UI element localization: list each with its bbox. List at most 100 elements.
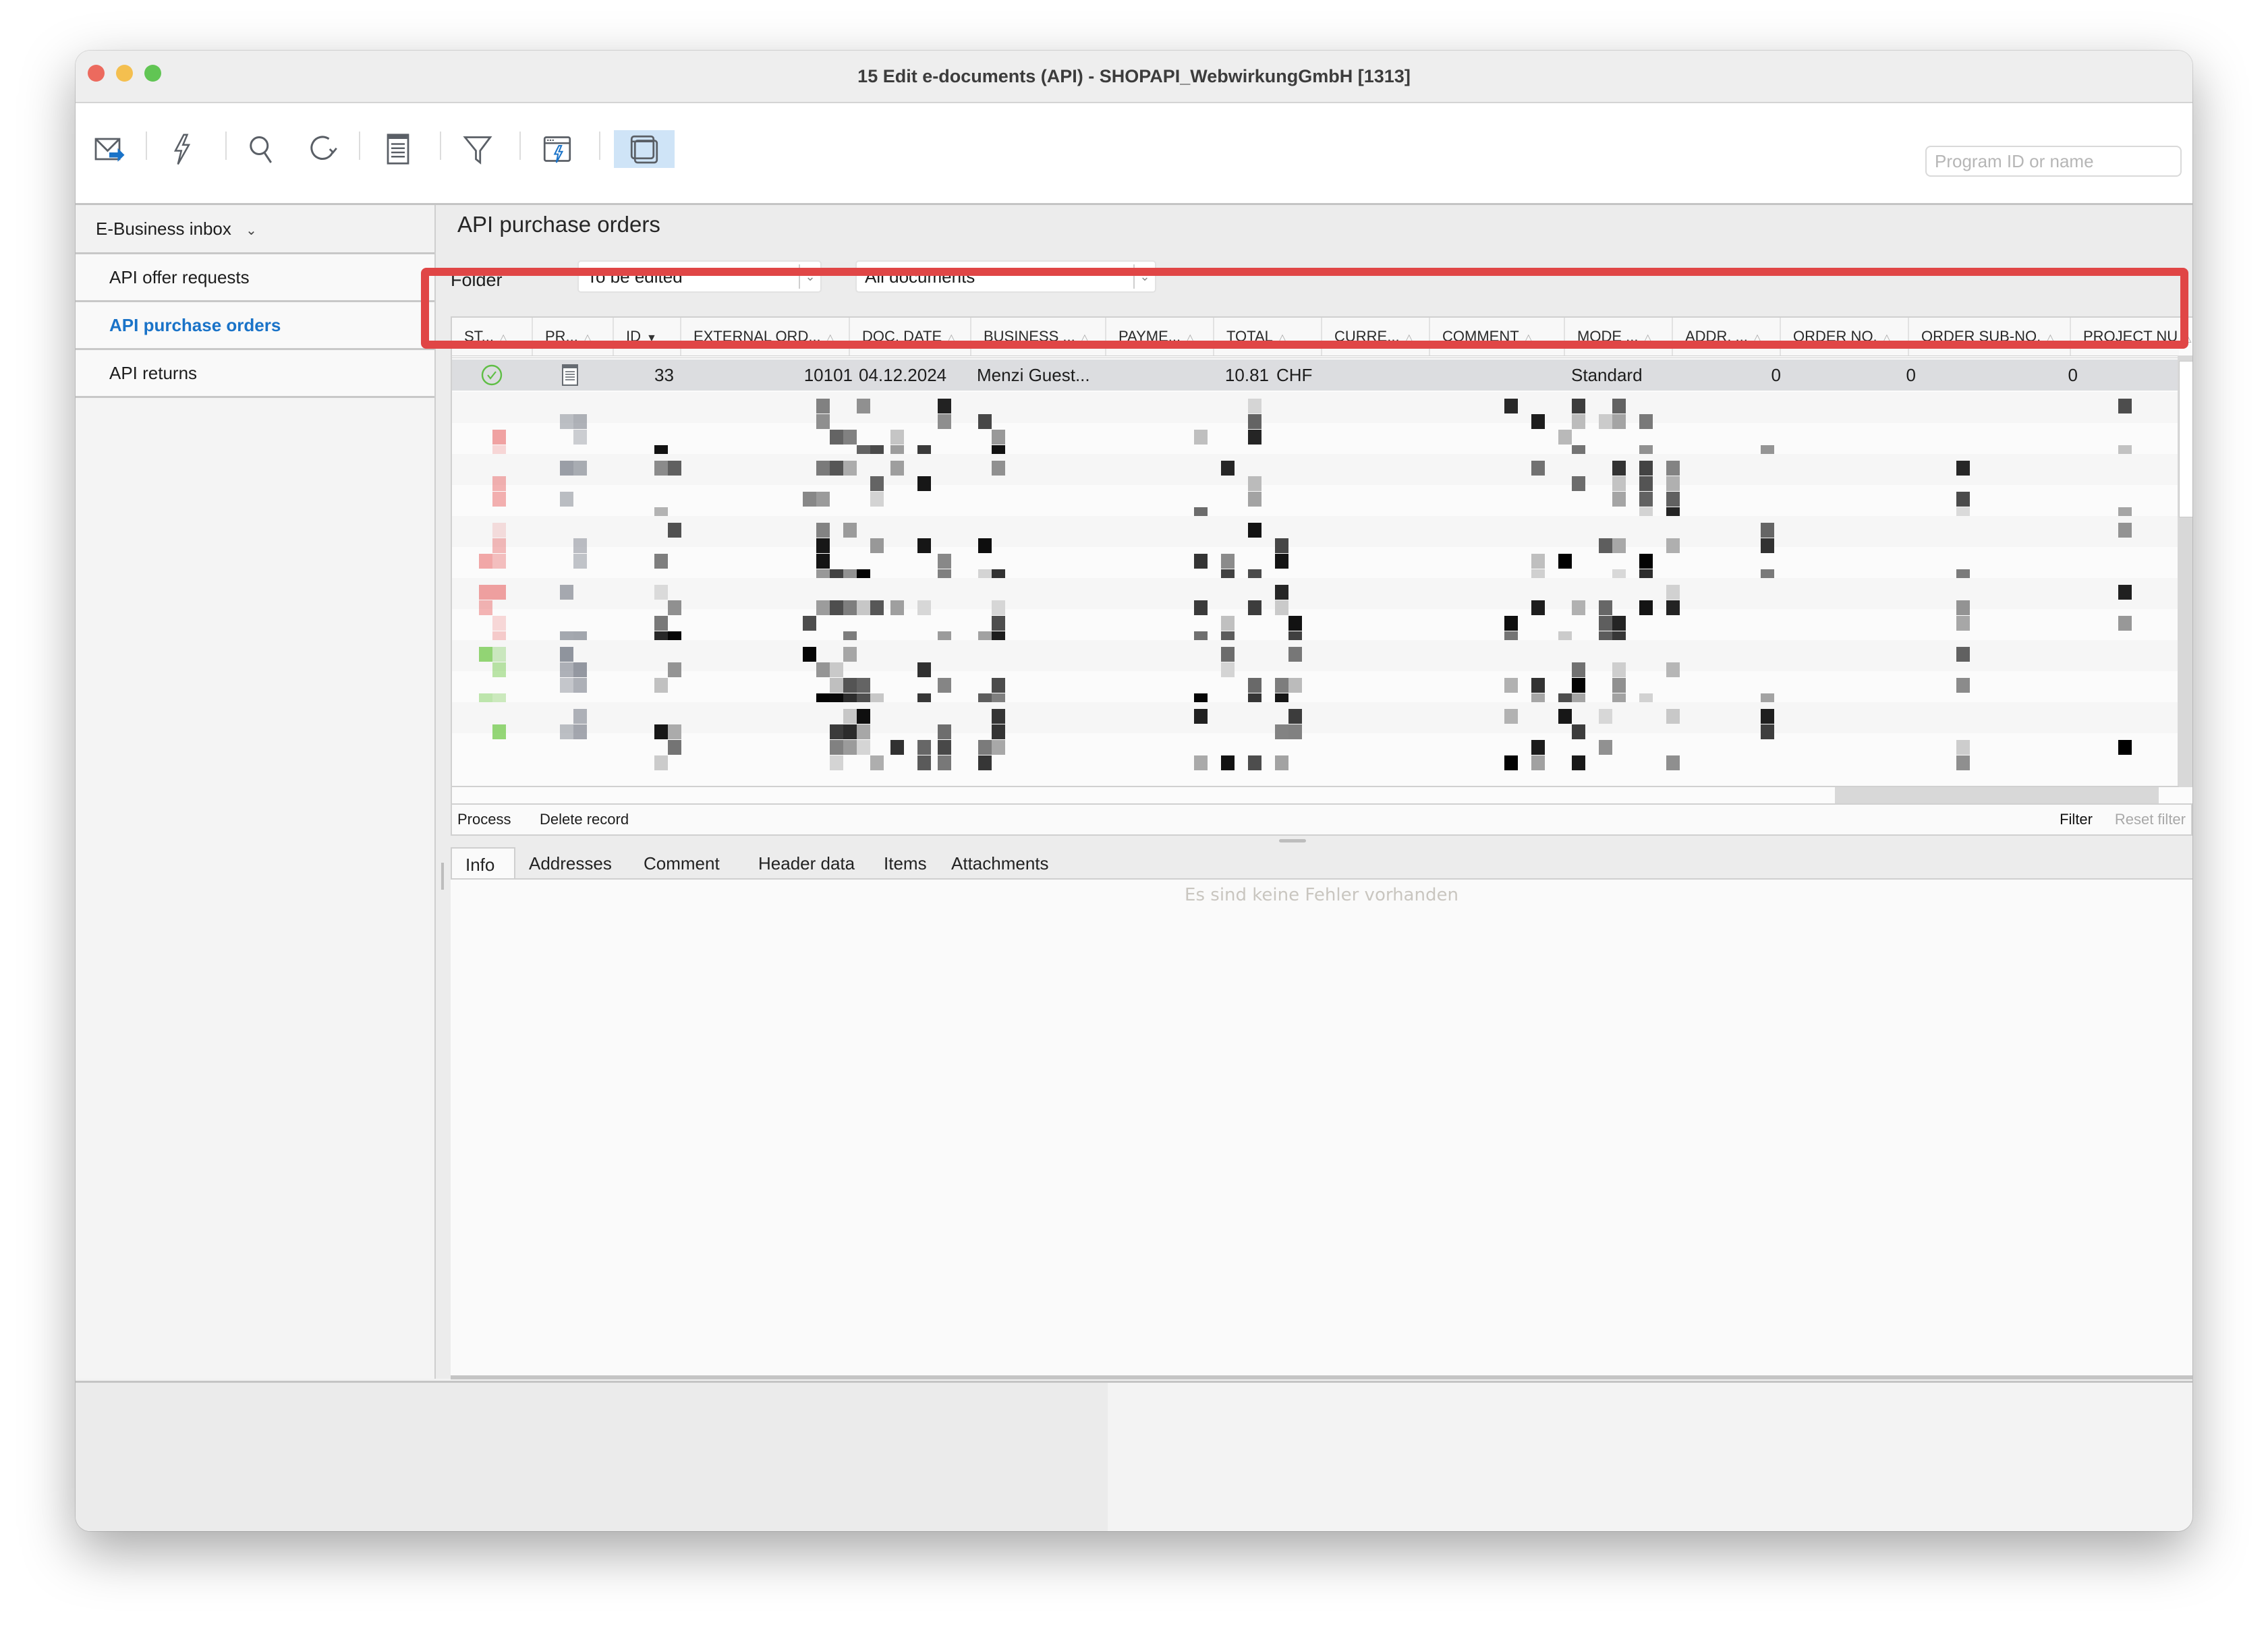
column-header[interactable]: PAYME... △ [1106, 318, 1214, 355]
pixelated-block [843, 678, 857, 693]
document-list-icon[interactable] [376, 127, 420, 171]
pixelated-block [1531, 755, 1545, 770]
pixelated-block [654, 554, 668, 569]
pixelated-block [1248, 492, 1261, 507]
pixelated-block [1599, 709, 1612, 724]
vertical-scrollbar[interactable] [2178, 355, 2192, 787]
pixelated-block [816, 600, 830, 615]
refresh-icon[interactable] [302, 127, 345, 171]
column-header[interactable]: CURRE... △ [1322, 318, 1430, 355]
tab-items[interactable]: Items [884, 847, 927, 878]
sidebar-item-api-purchase-orders[interactable]: API purchase orders [76, 302, 434, 350]
column-header-label: ID [626, 328, 641, 345]
column-header[interactable]: BUSINESS ... △ [971, 318, 1106, 355]
pixelated-block [1558, 709, 1572, 724]
pixelated-block [1275, 724, 1288, 739]
pixelated-block [830, 662, 843, 677]
column-header[interactable]: EXTERNAL ORD... △ [681, 318, 850, 355]
tab-info[interactable]: Info [451, 847, 515, 878]
pixelated-block [1248, 755, 1261, 770]
pixelated-block [654, 724, 668, 739]
pixelated-block [1612, 399, 1626, 413]
pixelated-block [2118, 740, 2132, 755]
pixelated-block [816, 399, 830, 413]
pixelated-block [654, 616, 668, 631]
document-filter-select[interactable]: All documents ⌄ [855, 260, 1156, 293]
tab-header-data[interactable]: Header data [758, 847, 855, 878]
column-header[interactable]: DOC. DATE △ [850, 318, 971, 355]
pixelated-block [803, 492, 816, 507]
panel-splitter-handle[interactable] [1279, 839, 1306, 842]
horizontal-scrollbar[interactable] [452, 786, 2179, 803]
sidebar-header-ebusiness-inbox[interactable]: E-Business inbox ⌄ [76, 205, 434, 254]
table-action-bar: Process Delete record Filter Reset filte… [451, 803, 2192, 836]
sidebar-splitter-handle[interactable] [441, 863, 444, 890]
search-icon[interactable] [240, 127, 283, 171]
column-header[interactable]: ORDER SUB-NO. △ [1909, 318, 2071, 355]
column-header[interactable]: ADDR. ... △ [1673, 318, 1781, 355]
pixelated-block [938, 399, 951, 413]
pixelated-block [830, 678, 843, 693]
table-row-selected[interactable]: 33 10101 04.12.2024 Menzi Guest... 10.81… [452, 360, 2179, 391]
check-circle-icon [480, 364, 503, 395]
sidebar-item-api-returns[interactable]: API returns [76, 350, 434, 398]
pixelated-block [890, 600, 904, 615]
pixelated-block [843, 647, 857, 662]
lightning-icon[interactable] [161, 127, 204, 171]
reset-filter-button[interactable]: Reset filter [2115, 805, 2186, 834]
pixelated-block [1194, 430, 1208, 445]
column-header[interactable]: MODE ... △ [1565, 318, 1673, 355]
main-panel: API purchase orders Folder To be edited … [436, 205, 2192, 1379]
pixelated-block [492, 523, 506, 538]
pixelated-block [1288, 647, 1302, 662]
pixelated-block [479, 600, 492, 615]
folder-select[interactable]: To be edited ⌄ [577, 260, 822, 293]
column-header[interactable]: COMMENT △ [1430, 318, 1565, 355]
delete-record-button[interactable]: Delete record [540, 805, 629, 834]
column-header[interactable]: PR... △ [533, 318, 614, 355]
info-message: Es sind keine Fehler vorhanden [1185, 885, 1458, 905]
pixelated-block [1288, 616, 1302, 631]
pixelated-block [1221, 662, 1235, 677]
program-search-input[interactable] [1925, 146, 2182, 177]
pixelated-block [1666, 755, 1680, 770]
pixelated-block [830, 461, 843, 476]
tab-addresses[interactable]: Addresses [529, 847, 612, 878]
window-lightning-icon[interactable] [536, 127, 579, 171]
obscured-row [452, 516, 2179, 547]
pixelated-block [938, 414, 951, 429]
process-button[interactable]: Process [457, 805, 511, 834]
pixelated-block [1221, 461, 1235, 476]
pixelated-block [1612, 616, 1626, 631]
column-header[interactable]: PROJECT NU △ [2071, 318, 2192, 355]
tab-comment[interactable]: Comment [644, 847, 720, 878]
sidebar-item-api-offer-requests[interactable]: API offer requests [76, 254, 434, 302]
column-header[interactable]: ID ▼ [614, 318, 681, 355]
pixelated-block [830, 740, 843, 755]
column-header-label: ADDR. ... [1685, 328, 1748, 345]
pixelated-block [1572, 678, 1585, 693]
filter-button[interactable]: Filter [2060, 805, 2093, 834]
pixelated-block [857, 678, 870, 693]
pixelated-block [1666, 538, 1680, 553]
pixelated-block [890, 430, 904, 445]
pixelated-block [1504, 709, 1518, 724]
folder-label: Folder [451, 270, 503, 290]
column-header[interactable]: ST... △ [452, 318, 533, 355]
column-header[interactable]: TOTAL △ [1214, 318, 1322, 355]
column-header[interactable]: ORDER NO. △ [1781, 318, 1909, 355]
filter-icon[interactable] [456, 127, 499, 171]
pixelated-block [917, 662, 931, 677]
toolbar [76, 103, 2192, 205]
obscured-row [452, 640, 2179, 671]
pixelated-block [1572, 724, 1585, 739]
pixelated-block [668, 523, 681, 538]
pixelated-block [1666, 709, 1680, 724]
pixelated-block [573, 709, 587, 724]
pixelated-block [1531, 554, 1545, 569]
sort-icon: △ [947, 333, 956, 344]
pixelated-block [1599, 600, 1612, 615]
tab-attachments[interactable]: Attachments [951, 847, 1049, 878]
mail-send-icon[interactable] [88, 127, 131, 171]
windows-stack-icon[interactable] [614, 130, 675, 168]
